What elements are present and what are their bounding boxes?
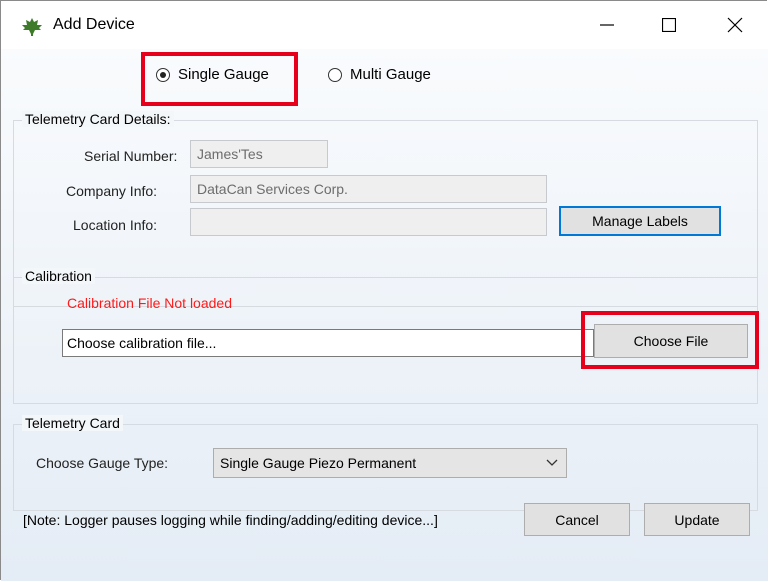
manage-labels-button[interactable]: Manage Labels [559,206,721,236]
multi-gauge-radio[interactable]: Multi Gauge [328,66,431,83]
close-icon [727,17,743,33]
add-device-window: Add Device Single Gauge Multi Gauge Tele… [0,0,768,581]
radio-selected-dot [160,71,166,78]
title-bar: Add Device [1,1,768,49]
logger-note: [Note: Logger pauses logging while findi… [23,512,438,528]
multi-gauge-label: Multi Gauge [350,66,431,83]
gauge-type-select[interactable]: Single Gauge Piezo Permanent [213,448,567,478]
maximize-button[interactable] [641,1,697,49]
minimize-button[interactable] [579,1,635,49]
location-info-field[interactable] [190,208,547,236]
serial-number-field[interactable]: James'Tes [190,140,328,168]
choose-file-button[interactable]: Choose File [594,324,748,358]
radio-circle [156,67,170,82]
update-button[interactable]: Update [644,503,750,536]
single-gauge-label: Single Gauge [178,66,269,83]
telemetry-card-legend: Telemetry Card [22,415,123,431]
radio-circle [328,67,342,82]
single-gauge-radio[interactable]: Single Gauge [156,66,269,83]
calibration-file-path[interactable]: Choose calibration file... [62,329,594,357]
calibration-legend: Calibration [22,268,95,284]
gauge-type-selected-value: Single Gauge Piezo Permanent [220,455,417,471]
company-info-label: Company Info: [66,183,158,199]
calibration-status: Calibration File Not loaded [67,295,232,311]
cancel-button[interactable]: Cancel [524,503,630,536]
gauge-type-label: Choose Gauge Type: [36,455,169,471]
window-title: Add Device [53,16,135,33]
close-button[interactable] [707,1,763,49]
company-info-field[interactable]: DataCan Services Corp. [190,175,547,203]
location-info-label: Location Info: [73,217,158,233]
chevron-down-icon [546,459,558,466]
dialog-body: Single Gauge Multi Gauge Telemetry Card … [1,49,768,581]
maple-leaf-icon [21,17,43,37]
telemetry-card-details-legend: Telemetry Card Details: [22,111,174,127]
serial-number-label: Serial Number: [84,148,178,164]
minimize-icon [600,24,614,26]
maximize-icon [662,18,676,32]
